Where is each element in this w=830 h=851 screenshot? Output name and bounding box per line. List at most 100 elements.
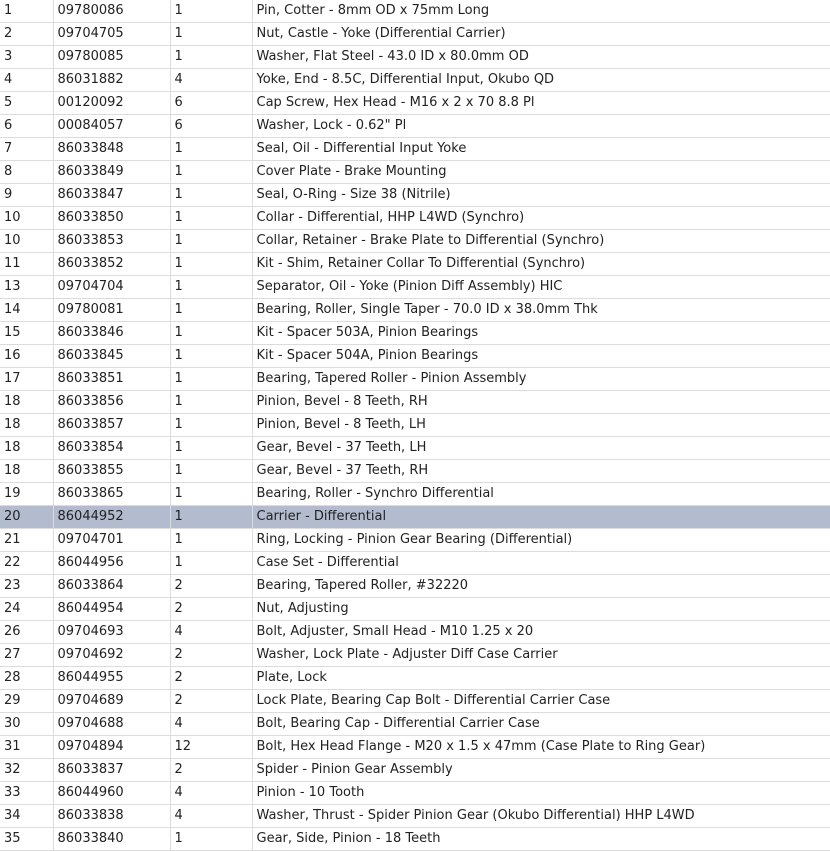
ref-number-cell: 7 <box>0 137 53 161</box>
ref-number-cell: 32 <box>0 758 53 782</box>
quantity-cell: 1 <box>169 344 252 368</box>
table-row[interactable]: 28 86044955 2 Plate, Lock <box>0 666 830 690</box>
quantity-cell: 1 <box>169 436 252 460</box>
ref-number-cell: 31 <box>0 735 53 759</box>
part-number-cell: 86033851 <box>52 367 170 391</box>
part-number-cell: 86033852 <box>52 252 170 276</box>
quantity-cell: 4 <box>169 68 252 92</box>
table-row[interactable]: 31 09704894 12 Bolt, Hex Head Flange - M20 … <box>0 735 830 759</box>
description-cell: Washer, Thrust - Spider Pinion Gear (Oku… <box>251 804 830 828</box>
table-row[interactable]: 18 86033856 1 Pinion, Bevel - 8 Teeth, RH <box>0 390 830 414</box>
description-cell: Pinion, Bevel - 8 Teeth, LH <box>251 413 830 437</box>
table-row[interactable]: 18 86033854 1 Gear, Bevel - 37 Teeth, LH <box>0 436 830 460</box>
table-row[interactable]: 5 00120092 6 Cap Screw, Hex Head - M16 x 2 … <box>0 91 830 115</box>
table-row[interactable]: 17 86033851 1 Bearing, Tapered Roller - Pin… <box>0 367 830 391</box>
table-row[interactable]: 11 86033852 1 Kit - Shim, Retainer Collar T… <box>0 252 830 276</box>
quantity-cell: 1 <box>169 459 252 483</box>
description-cell: Spider - Pinion Gear Assembly <box>251 758 830 782</box>
part-number-cell: 86044960 <box>52 781 170 805</box>
description-cell: Bearing, Tapered Roller, #32220 <box>251 574 830 598</box>
part-number-cell: 86033845 <box>52 344 170 368</box>
table-row[interactable]: 19 86033865 1 Bearing, Roller - Synchro Dif… <box>0 482 830 506</box>
ref-number-cell: 34 <box>0 804 53 828</box>
part-number-cell: 86033837 <box>52 758 170 782</box>
ref-number-cell: 3 <box>0 45 53 69</box>
part-number-cell: 86033865 <box>52 482 170 506</box>
ref-number-cell: 18 <box>0 390 53 414</box>
part-number-cell: 09704693 <box>52 620 170 644</box>
part-number-cell: 86044952 <box>52 505 170 529</box>
ref-number-cell: 29 <box>0 689 53 713</box>
table-row[interactable]: 15 86033846 1 Kit - Spacer 503A, Pinion Bea… <box>0 321 830 345</box>
part-number-cell: 86033856 <box>52 390 170 414</box>
ref-number-cell: 19 <box>0 482 53 506</box>
ref-number-cell: 18 <box>0 413 53 437</box>
description-cell: Bolt, Bearing Cap - Differential Carrier… <box>251 712 830 736</box>
table-row[interactable]: 32 86033837 2 Spider - Pinion Gear Assembly <box>0 758 830 782</box>
description-cell: Case Set - Differential <box>251 551 830 575</box>
table-row[interactable]: 1 09780086 1 Pin, Cotter - 8mm OD x 75mm Lo… <box>0 0 830 23</box>
table-row[interactable]: 21 09704701 1 Ring, Locking - Pinion Gear B… <box>0 528 830 552</box>
description-cell: Gear, Bevel - 37 Teeth, RH <box>251 459 830 483</box>
table-row[interactable]: 10 86033850 1 Collar - Differential, HHP L4… <box>0 206 830 230</box>
part-number-cell: 86031882 <box>52 68 170 92</box>
table-row[interactable]: 29 09704689 2 Lock Plate, Bearing Cap Bolt … <box>0 689 830 713</box>
table-row[interactable]: 26 09704693 4 Bolt, Adjuster, Small Head - … <box>0 620 830 644</box>
description-cell: Nut, Adjusting <box>251 597 830 621</box>
quantity-cell: 1 <box>169 505 252 529</box>
table-row[interactable]: 22 86044956 1 Case Set - Differential <box>0 551 830 575</box>
table-row[interactable]: 7 86033848 1 Seal, Oil - Differential Input… <box>0 137 830 161</box>
quantity-cell: 6 <box>169 91 252 115</box>
table-row[interactable]: 3 09780085 1 Washer, Flat Steel - 43.0 ID x… <box>0 45 830 69</box>
description-cell: Yoke, End - 8.5C, Differential Input, Ok… <box>251 68 830 92</box>
ref-number-cell: 16 <box>0 344 53 368</box>
description-cell: Bolt, Adjuster, Small Head - M10 1.25 x … <box>251 620 830 644</box>
table-row[interactable]: 8 86033849 1 Cover Plate - Brake Mounting <box>0 160 830 184</box>
table-row[interactable]: 13 09704704 1 Separator, Oil - Yoke (Pinion… <box>0 275 830 299</box>
quantity-cell: 1 <box>169 160 252 184</box>
table-row[interactable]: 16 86033845 1 Kit - Spacer 504A, Pinion Bea… <box>0 344 830 368</box>
table-row[interactable]: 9 86033847 1 Seal, O-Ring - Size 38 (Nitril… <box>0 183 830 207</box>
table-row[interactable]: 27 09704692 2 Washer, Lock Plate - Adjuster… <box>0 643 830 667</box>
description-cell: Cover Plate - Brake Mounting <box>251 160 830 184</box>
ref-number-cell: 6 <box>0 114 53 138</box>
table-row[interactable]: 24 86044954 2 Nut, Adjusting <box>0 597 830 621</box>
ref-number-cell: 30 <box>0 712 53 736</box>
table-row[interactable]: 30 09704688 4 Bolt, Bearing Cap - Different… <box>0 712 830 736</box>
quantity-cell: 1 <box>169 45 252 69</box>
table-row[interactable]: 20 86044952 1 Carrier - Differential <box>0 505 830 529</box>
table-row[interactable]: 6 00084057 6 Washer, Lock - 0.62" Pl <box>0 114 830 138</box>
ref-number-cell: 8 <box>0 160 53 184</box>
description-cell: Collar - Differential, HHP L4WD (Synchro… <box>251 206 830 230</box>
table-row[interactable]: 18 86033855 1 Gear, Bevel - 37 Teeth, RH <box>0 459 830 483</box>
table-row[interactable]: 35 86033840 1 Gear, Side, Pinion - 18 Teeth <box>0 827 830 851</box>
table-row[interactable]: 14 09780081 1 Bearing, Roller, Single Taper… <box>0 298 830 322</box>
description-cell: Cap Screw, Hex Head - M16 x 2 x 70 8.8 P… <box>251 91 830 115</box>
description-cell: Bearing, Tapered Roller - Pinion Assembl… <box>251 367 830 391</box>
table-row[interactable]: 18 86033857 1 Pinion, Bevel - 8 Teeth, LH <box>0 413 830 437</box>
ref-number-cell: 10 <box>0 206 53 230</box>
table-row[interactable]: 23 86033864 2 Bearing, Tapered Roller, #322… <box>0 574 830 598</box>
part-number-cell: 86033849 <box>52 160 170 184</box>
part-number-cell: 09780081 <box>52 298 170 322</box>
table-row[interactable]: 4 86031882 4 Yoke, End - 8.5C, Differential… <box>0 68 830 92</box>
quantity-cell: 1 <box>169 298 252 322</box>
quantity-cell: 1 <box>169 321 252 345</box>
ref-number-cell: 2 <box>0 22 53 46</box>
quantity-cell: 12 <box>169 735 252 759</box>
quantity-cell: 1 <box>169 390 252 414</box>
description-cell: Washer, Lock - 0.62" Pl <box>251 114 830 138</box>
part-number-cell: 86044956 <box>52 551 170 575</box>
description-cell: Bolt, Hex Head Flange - M20 x 1.5 x 47mm… <box>251 735 830 759</box>
quantity-cell: 2 <box>169 574 252 598</box>
table-row[interactable]: 33 86044960 4 Pinion - 10 Tooth <box>0 781 830 805</box>
quantity-cell: 1 <box>169 275 252 299</box>
part-number-cell: 09704688 <box>52 712 170 736</box>
part-number-cell: 86033840 <box>52 827 170 851</box>
description-cell: Carrier - Differential <box>251 505 830 529</box>
quantity-cell: 2 <box>169 689 252 713</box>
table-row[interactable]: 34 86033838 4 Washer, Thrust - Spider Pinio… <box>0 804 830 828</box>
table-row[interactable]: 10 86033853 1 Collar, Retainer - Brake Plat… <box>0 229 830 253</box>
quantity-cell: 2 <box>169 666 252 690</box>
table-row[interactable]: 2 09704705 1 Nut, Castle - Yoke (Differenti… <box>0 22 830 46</box>
